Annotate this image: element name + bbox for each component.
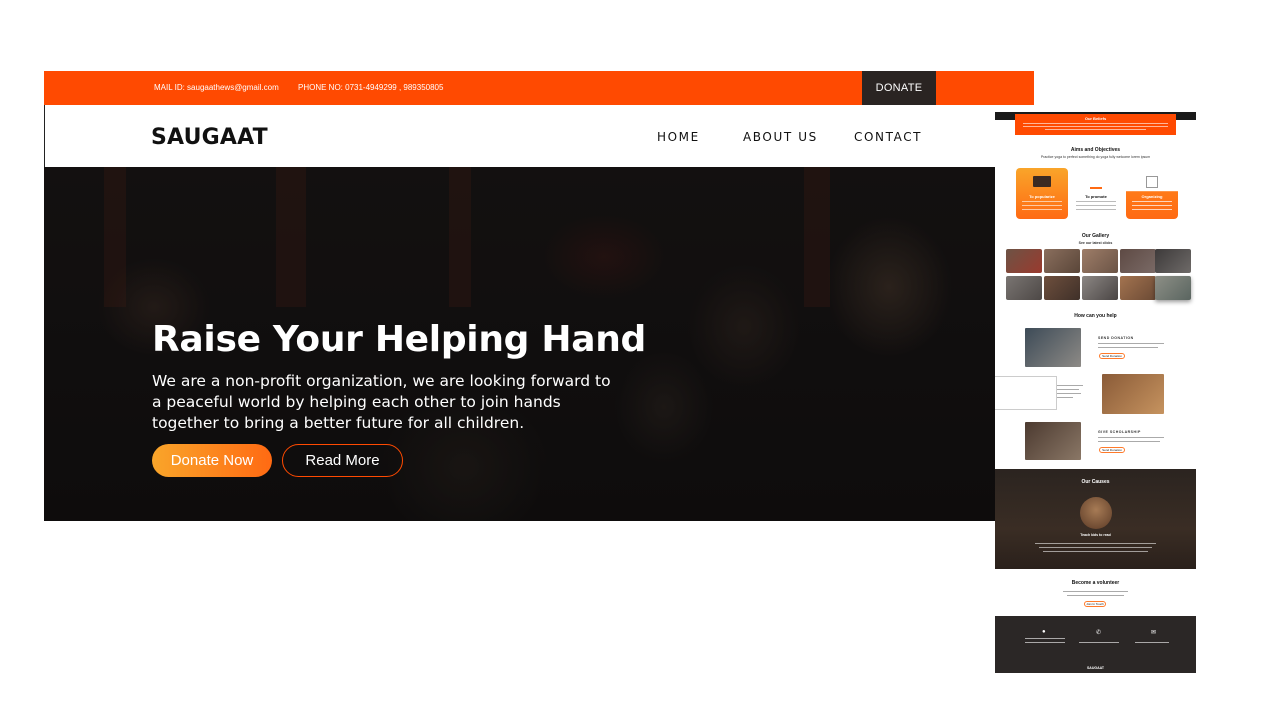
aim-card-title: To promote (1085, 194, 1107, 199)
phone-icon: ✆ (1096, 630, 1102, 636)
text-line (1063, 591, 1128, 592)
send-donation-button[interactable]: Send Donation (1099, 353, 1125, 359)
contact-phone[interactable]: PHONE NO: 0731-4949299 , 989350805 (298, 83, 443, 92)
text-line (1023, 123, 1168, 124)
hero-bg-detail (449, 167, 471, 307)
donate-now-button[interactable]: Donate Now (152, 444, 272, 477)
cause-title: Teach kids to read (1080, 533, 1111, 537)
beliefs-banner: Our Beliefs (1015, 114, 1176, 135)
text-line (1039, 547, 1152, 548)
aim-card[interactable]: To promote (1070, 168, 1122, 219)
text-line (1098, 347, 1158, 348)
gallery-photo[interactable] (1082, 249, 1118, 273)
site-logo[interactable]: SAUGAAT (151, 125, 268, 150)
gallery-photo[interactable] (1155, 276, 1191, 300)
causes-title: Our Causes (1081, 479, 1110, 485)
donate-button[interactable]: DONATE (862, 71, 936, 105)
text-line (1022, 201, 1062, 202)
cause-photo (1080, 497, 1112, 529)
beliefs-title: Our Beliefs (1084, 116, 1107, 121)
aims-subtitle: Practice yoga to perfect something do yo… (1040, 155, 1151, 159)
text-line (1132, 205, 1172, 206)
text-line (1132, 209, 1172, 210)
text-line (1098, 441, 1160, 442)
help-item-title: SEND DONATION (1098, 336, 1134, 340)
people-icon (1090, 175, 1102, 189)
nav-home[interactable]: HOME (657, 130, 700, 144)
help-item-title: GIVE SCHOLARSHIP (1098, 430, 1141, 434)
text-line (1067, 595, 1124, 596)
gallery-photo[interactable] (1120, 249, 1156, 273)
aim-card-title: To popularize (1029, 194, 1055, 199)
aim-card-title: Organizing (1141, 194, 1163, 199)
read-more-button[interactable]: Read More (282, 444, 403, 477)
scholarship-photo (1025, 422, 1081, 460)
text-line (1025, 638, 1065, 639)
gallery-photo[interactable] (1044, 249, 1080, 273)
footer-brand: SAUGAAT (1086, 666, 1105, 670)
gallery-photo[interactable] (1155, 249, 1191, 273)
gallery-photo[interactable] (1006, 249, 1042, 273)
aims-title: Aims and Objectives (1070, 147, 1121, 153)
overlapping-panel-fragment (995, 376, 1057, 410)
gallery-photo[interactable] (1006, 276, 1042, 300)
text-line (1076, 209, 1116, 210)
text-line (1076, 205, 1116, 206)
aim-card[interactable]: Organizing (1126, 168, 1178, 219)
hero-description: We are a non-profit organization, we are… (152, 372, 611, 432)
aim-card[interactable]: To popularize (1016, 168, 1068, 219)
text-line (1022, 209, 1062, 210)
main-page: MAIL ID: saugaathews@gmail.com PHONE NO:… (44, 71, 1034, 521)
gallery-title: Our Gallery (1081, 233, 1110, 239)
hero-bg-detail (276, 167, 306, 307)
top-bar: MAIL ID: saugaathews@gmail.com PHONE NO:… (44, 71, 1034, 105)
hero-section: Raise Your Helping Hand We are a non-pro… (44, 167, 1034, 521)
hero-bg-detail (104, 167, 126, 307)
text-line (1098, 343, 1164, 344)
laptop-icon (1033, 176, 1051, 187)
causes-section: Our Causes Teach kids to read (995, 469, 1196, 569)
nav-contact[interactable]: CONTACT (854, 130, 922, 144)
yoga-photo (1102, 374, 1164, 414)
help-title: How can you help (1074, 313, 1117, 319)
text-line (1132, 201, 1172, 202)
send-donation-button[interactable]: Send Donation (1099, 447, 1125, 453)
footer: ● ✆ ✉ SAUGAAT (995, 616, 1196, 673)
location-pin-icon: ● (1042, 629, 1046, 635)
gallery-photo[interactable] (1120, 276, 1156, 300)
donation-photo (1025, 328, 1081, 367)
text-line (1135, 642, 1169, 643)
hero-bg-detail (804, 167, 830, 307)
text-line (1035, 543, 1156, 544)
gallery-subtitle: See our latest clicks (1078, 241, 1113, 245)
text-line (1079, 642, 1119, 643)
text-line (1043, 551, 1148, 552)
hero-title: Raise Your Helping Hand (152, 319, 646, 360)
nav-about-us[interactable]: ABOUT US (743, 130, 818, 144)
screenshot-canvas: MAIL ID: saugaathews@gmail.com PHONE NO:… (0, 0, 1280, 720)
clipboard-icon (1146, 176, 1158, 188)
contact-email[interactable]: MAIL ID: saugaathews@gmail.com (154, 83, 279, 92)
gallery-photo[interactable] (1044, 276, 1080, 300)
text-line (1022, 205, 1062, 206)
text-line (1098, 437, 1164, 438)
text-line (1025, 642, 1065, 643)
text-line (1023, 126, 1168, 127)
text-line (1076, 201, 1116, 202)
gallery-photo[interactable] (1082, 276, 1118, 300)
mail-icon: ✉ (1151, 630, 1157, 636)
navbar: SAUGAAT HOME ABOUT US CONTACT (44, 105, 1034, 167)
volunteer-button[interactable]: Join In Touch (1084, 601, 1106, 607)
text-line (1045, 129, 1146, 130)
volunteer-title: Become a volunteer (1071, 580, 1120, 586)
